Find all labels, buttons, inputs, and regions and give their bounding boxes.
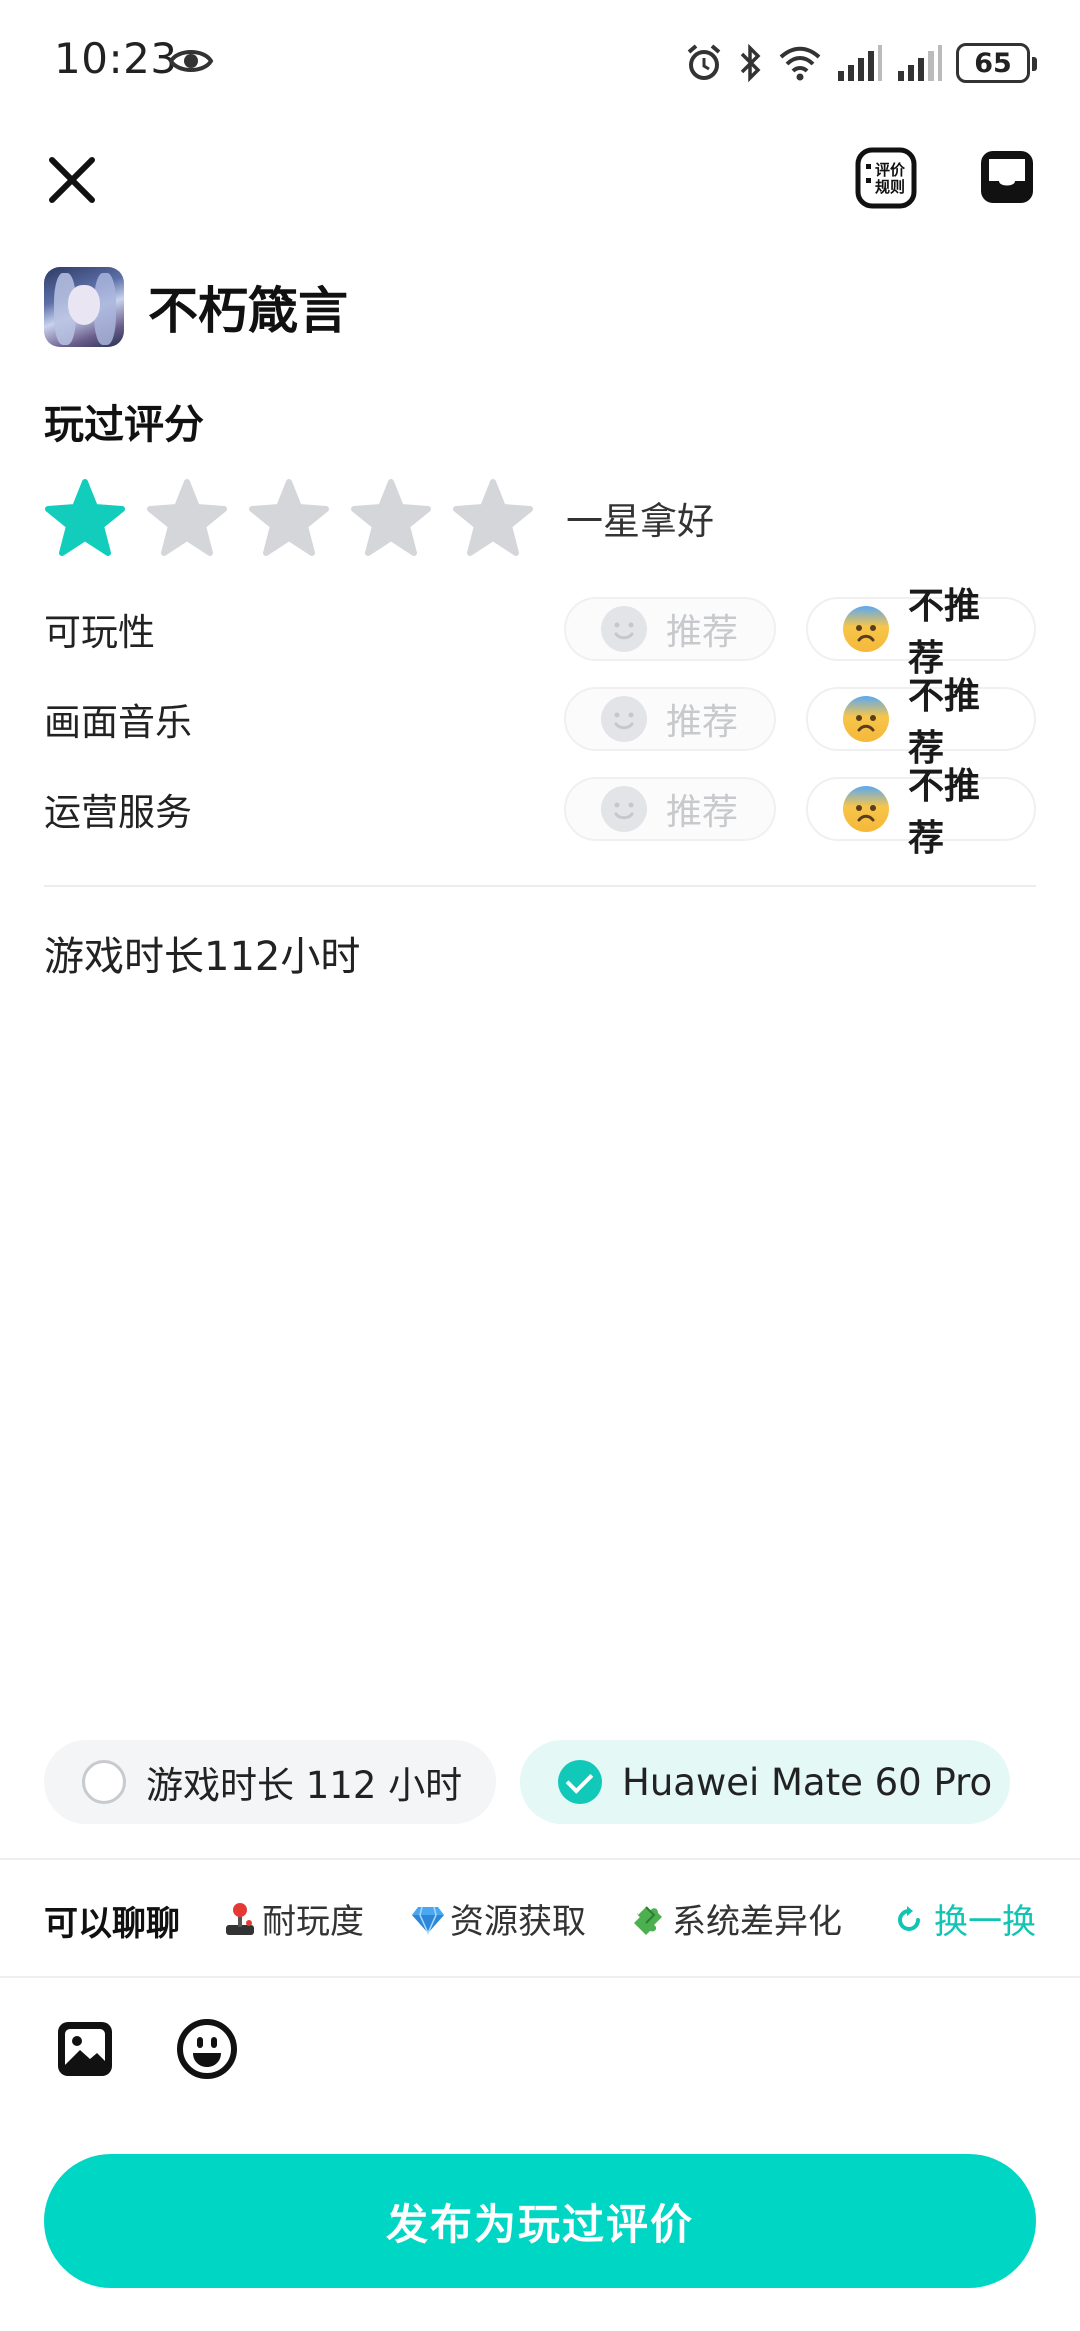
close-icon[interactable] (42, 150, 102, 210)
criteria-row-operations: 运营服务 推荐 不推荐 (44, 766, 1036, 859)
rules-text-2: 规则 (875, 178, 905, 196)
checked-circle-icon (558, 1760, 602, 1804)
refresh-topics-button[interactable]: 换一换 (894, 1894, 1036, 1943)
topic-resource[interactable]: 资源获取 (410, 1894, 586, 1943)
smile-face-icon (601, 786, 647, 832)
recommend-label: 推荐 (666, 792, 739, 833)
recommend-label: 推荐 (666, 702, 739, 743)
rating-section-title: 玩过评分 (44, 402, 204, 448)
topic-label: 耐玩度 (262, 1902, 364, 1942)
topics-title: 可以聊聊 (44, 1904, 180, 1944)
editor-toolbar (0, 2012, 1080, 2092)
criteria-row-playability: 可玩性 推荐 不推荐 (44, 586, 1036, 679)
criteria-label: 可玩性 (44, 611, 155, 654)
worried-face-icon (843, 606, 889, 652)
joystick-icon (226, 1902, 254, 1935)
not-recommend-label: 不推荐 (908, 766, 981, 859)
game-name: 不朽箴言 (148, 282, 348, 340)
emoji-icon[interactable] (176, 2018, 238, 2080)
wifi-icon (779, 46, 821, 81)
criteria-label: 画面音乐 (44, 701, 192, 744)
recommend-button[interactable]: 推荐 (564, 777, 776, 841)
recommend-button[interactable]: 推荐 (564, 687, 776, 751)
not-recommend-label: 不推荐 (908, 676, 981, 769)
game-avatar[interactable] (44, 267, 124, 347)
not-recommend-button[interactable]: 不推荐 (806, 586, 1036, 679)
tag-label: 游戏时长 112 小时 (146, 1764, 463, 1807)
alarm-icon (687, 44, 721, 80)
worried-face-icon (843, 786, 889, 832)
top-nav: 评价 规则 (0, 136, 1080, 226)
eye-icon (168, 50, 214, 72)
topic-system[interactable]: 系统差异化 (632, 1894, 842, 1943)
topics-bar: 可以聊聊 耐玩度 资源获取 系统差异化 换一换 (0, 1858, 1080, 1978)
battery-indicator: 65 (956, 43, 1037, 83)
star-1[interactable] (44, 478, 126, 558)
refresh-label: 换一换 (934, 1902, 1036, 1942)
star-4[interactable] (350, 478, 432, 558)
not-recommend-button[interactable]: 不推荐 (806, 766, 1036, 859)
star-2[interactable] (146, 478, 228, 558)
diamond-icon (412, 1906, 444, 1935)
refresh-icon (898, 1905, 920, 1931)
inbox-icon[interactable] (978, 148, 1036, 206)
criteria-row-graphics-music: 画面音乐 推荐 不推荐 (44, 676, 1036, 769)
topic-durability[interactable]: 耐玩度 (222, 1894, 364, 1943)
topic-label: 资源获取 (450, 1902, 586, 1942)
smile-face-icon (601, 696, 647, 742)
signal-icon-2 (898, 45, 942, 81)
not-recommend-label: 不推荐 (908, 586, 981, 679)
smile-face-icon (601, 606, 647, 652)
status-bar: 10:23 65 (0, 0, 1080, 124)
bluetooth-icon (740, 43, 761, 83)
not-recommend-button[interactable]: 不推荐 (806, 676, 1036, 769)
star-rating-label: 一星拿好 (566, 500, 714, 543)
criteria-label: 运营服务 (44, 791, 192, 834)
recommend-button[interactable]: 推荐 (564, 597, 776, 661)
publish-label: 发布为玩过评价 (385, 2199, 694, 2249)
star-3[interactable] (248, 478, 330, 558)
recommend-label: 推荐 (666, 612, 739, 653)
star-5[interactable] (452, 478, 534, 558)
tag-device[interactable]: Huawei Mate 60 Pro (520, 1740, 1010, 1824)
tag-playtime[interactable]: 游戏时长 112 小时 (44, 1740, 496, 1824)
battery-level: 65 (974, 47, 1012, 79)
status-icons: 65 (684, 38, 1037, 88)
signal-icon-1 (838, 45, 882, 81)
review-text-input[interactable]: 游戏时长112小时 (44, 924, 360, 982)
status-time: 10:23 (54, 34, 178, 83)
star-rating: 一星拿好 (44, 478, 714, 558)
topic-label: 系统差异化 (672, 1902, 842, 1942)
publish-button[interactable]: 发布为玩过评价 (44, 2154, 1036, 2288)
divider (44, 885, 1036, 887)
unchecked-circle-icon (82, 1760, 126, 1804)
game-header: 不朽箴言 (44, 266, 348, 348)
rules-text-1: 评价 (875, 161, 906, 179)
puzzle-icon (634, 1905, 662, 1935)
rating-rules-icon[interactable]: 评价 规则 (854, 146, 918, 210)
worried-face-icon (843, 696, 889, 742)
tag-label: Huawei Mate 60 Pro (622, 1760, 993, 1804)
image-icon[interactable] (54, 2018, 116, 2080)
